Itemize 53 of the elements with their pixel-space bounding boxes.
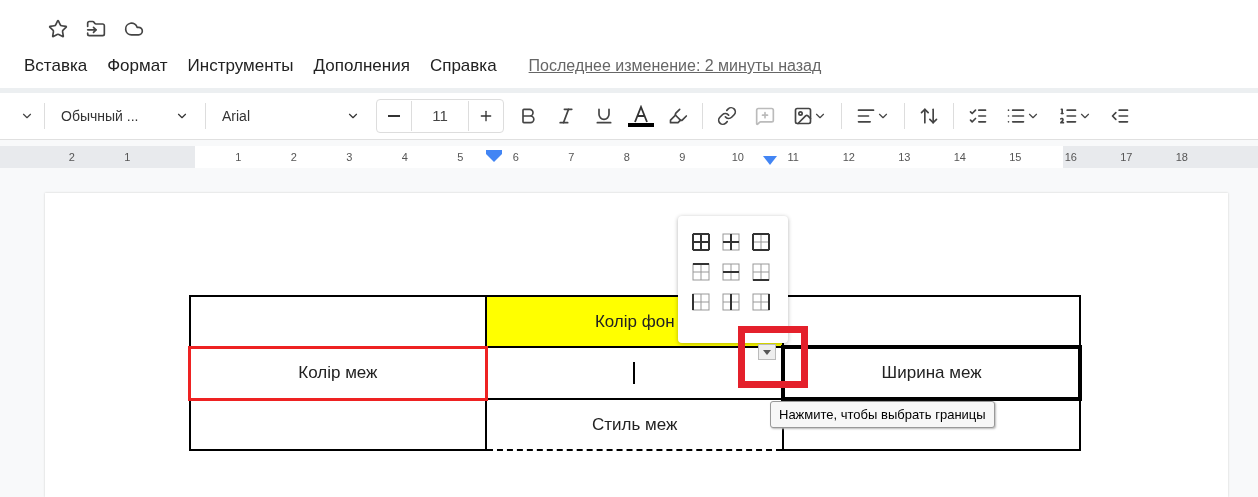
ruler-number: 10 — [731, 150, 744, 165]
ruler-number: 8 — [623, 150, 630, 165]
cloud-icon[interactable] — [124, 19, 144, 39]
ruler-number: 12 — [842, 150, 855, 165]
table-cell[interactable] — [189, 399, 487, 450]
ruler-number: 7 — [568, 150, 575, 165]
border-option-icon[interactable] — [691, 262, 711, 282]
border-option-icon[interactable] — [751, 292, 771, 312]
border-option-icon[interactable] — [721, 232, 741, 252]
font-select[interactable]: Arial — [216, 108, 366, 124]
tooltip: Нажмите, чтобы выбрать границы — [770, 401, 995, 428]
ruler-number: 9 — [679, 150, 686, 165]
indent-marker-icon[interactable] — [763, 156, 777, 165]
last-edit-link[interactable]: Последнее изменение: 2 минуты назад — [528, 57, 822, 75]
border-option-icon[interactable] — [751, 262, 771, 282]
menu-item[interactable]: Формат — [107, 56, 168, 76]
ruler-number: 15 — [1009, 150, 1022, 165]
star-icon[interactable] — [48, 19, 68, 39]
menu-item[interactable]: Вставка — [24, 56, 88, 76]
menu-item[interactable]: Инструменты — [187, 56, 294, 76]
border-option-icon[interactable] — [691, 292, 711, 312]
text-color-icon[interactable] — [628, 105, 654, 127]
style-select[interactable]: Обычный ... — [55, 108, 195, 124]
minus-icon — [388, 115, 400, 117]
table-cell[interactable]: Ширина меж — [783, 347, 1080, 399]
ruler-number: 3 — [346, 150, 353, 165]
indent-marker-icon[interactable] — [485, 150, 503, 162]
text-cursor — [633, 362, 636, 384]
ruler-number: 1 — [235, 150, 242, 165]
table-cell[interactable]: Колір меж — [189, 347, 487, 399]
ruler-number: 6 — [512, 150, 519, 165]
ruler-number: 17 — [1120, 150, 1133, 165]
ruler-number: 2 — [290, 150, 297, 165]
table-cell[interactable] — [189, 296, 487, 347]
border-menu-button[interactable] — [758, 344, 776, 360]
ruler-number: 5 — [457, 150, 464, 165]
menu-item[interactable]: Дополнения — [313, 56, 410, 76]
ruler-number: 14 — [953, 150, 966, 165]
border-option-icon[interactable] — [691, 232, 711, 252]
menu-item[interactable]: Справка — [429, 56, 497, 76]
border-option-icon[interactable] — [721, 292, 741, 312]
border-option-icon[interactable] — [751, 232, 771, 252]
caret-icon — [763, 349, 771, 355]
ruler-number: 1 — [124, 150, 131, 165]
ruler-number: 4 — [401, 150, 408, 165]
ruler-number: 13 — [898, 150, 911, 165]
ruler-number: 11 — [787, 150, 799, 165]
ruler-number: 2 — [68, 150, 75, 165]
folder-icon[interactable] — [86, 19, 106, 39]
ruler-number: 16 — [1064, 150, 1077, 165]
plus-icon — [478, 108, 494, 124]
ruler-number: 18 — [1175, 150, 1188, 165]
border-option-icon[interactable] — [721, 262, 741, 282]
